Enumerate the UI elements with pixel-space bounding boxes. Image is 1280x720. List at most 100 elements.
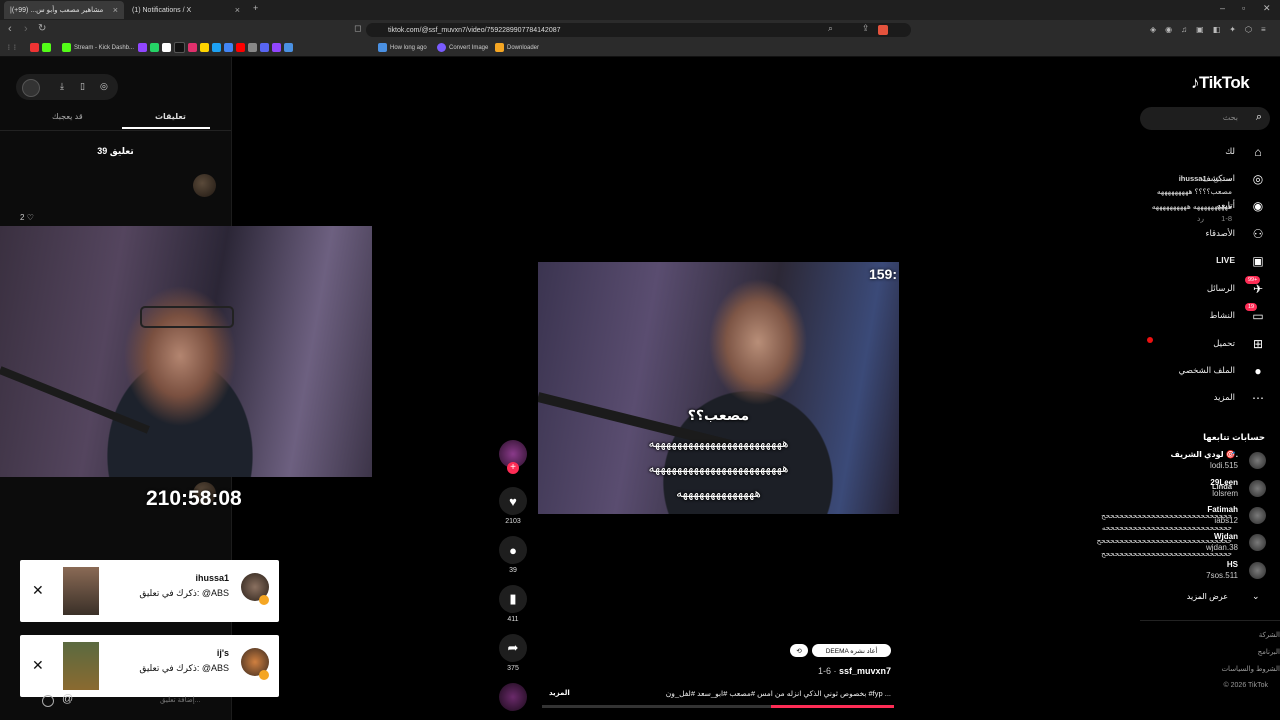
close-icon[interactable]: ✕: [32, 657, 44, 674]
extension-icon[interactable]: ◉: [1165, 25, 1172, 35]
comment-button[interactable]: ● 39: [499, 536, 527, 574]
home-icon: ⌂: [1254, 145, 1262, 159]
sidebar-item-label: استكشف: [1201, 173, 1235, 183]
forward-icon[interactable]: ›: [24, 23, 28, 35]
share-button[interactable]: ➦ 375: [499, 634, 527, 672]
compass-icon[interactable]: ◎: [100, 81, 108, 92]
post-author-line: 1-6 · ssf_muvxn7: [818, 666, 891, 676]
like-button[interactable]: ♥ 2103: [499, 487, 527, 525]
new-tab-icon[interactable]: +: [253, 3, 258, 13]
repost-icon[interactable]: ⟲: [790, 644, 808, 657]
brave-shield-icon[interactable]: [878, 25, 888, 35]
window-close-icon[interactable]: ✕: [1263, 3, 1271, 14]
sidebar-item-label: المزيد: [1213, 392, 1235, 402]
upload-icon: ⊞: [1252, 337, 1264, 351]
phone-icon[interactable]: ▯: [80, 81, 85, 92]
close-icon[interactable]: ×: [113, 5, 118, 15]
close-icon[interactable]: ×: [235, 5, 240, 15]
bookmark-downloader[interactable]: Downloader: [495, 42, 539, 53]
notification-message: ذكرك في تعليق: @ABS: [139, 588, 229, 598]
bookmark-icon[interactable]: ◻: [354, 23, 361, 34]
extension-icon[interactable]: ◧: [1213, 25, 1221, 35]
browser-tab-x[interactable]: (1) Notifications / X ×: [126, 1, 246, 19]
bookmark-icon[interactable]: ▮: [499, 585, 527, 613]
sidebar-item-label: LIVE: [1216, 255, 1235, 265]
extension-icon[interactable]: ♫: [1181, 25, 1187, 35]
follow-plus-icon[interactable]: +: [507, 462, 519, 474]
cursor-marker: [1147, 337, 1153, 343]
save-button[interactable]: ▮ 411: [499, 585, 527, 623]
video-progress-bar[interactable]: [542, 705, 894, 708]
mention-icon[interactable]: @: [62, 693, 73, 705]
bookmark-how-long-ago[interactable]: How long ago: [378, 42, 427, 53]
footer-link[interactable]: الشروط والسياسات: [1221, 665, 1280, 673]
notification-toast[interactable]: ✕ ihussa1 ذكرك في تعليق: @ABS: [20, 560, 279, 622]
caption-more-link[interactable]: المزيد: [549, 689, 570, 697]
avatar[interactable]: [193, 174, 216, 197]
comment-like[interactable]: 2 ♡: [20, 213, 34, 222]
video-player[interactable]: 159: مصعب؟؟ ههههههههههههههههههههههههه هه…: [538, 262, 899, 514]
footer-link[interactable]: البرنامج: [1258, 648, 1280, 656]
bookmark-item[interactable]: [30, 42, 51, 53]
video-hook-title: مصعب؟؟: [687, 407, 750, 423]
avatar[interactable]: [22, 79, 40, 97]
avatar: [1249, 562, 1266, 579]
search-placeholder: بحث: [1222, 113, 1238, 122]
sidebar-item-label: الرسائل: [1206, 283, 1235, 293]
sidebar-item-label: الملف الشخصي: [1178, 365, 1235, 375]
heart-icon[interactable]: ♥: [499, 487, 527, 515]
notification-toast[interactable]: ✕ ij's ذكرك في تعليق: @ABS: [20, 635, 279, 697]
browser-tab-tiktok[interactable]: |مشاهير مصعب وأبو س... (99+) ×: [4, 1, 124, 19]
add-comment-input[interactable]: إضافة تعليق...: [160, 696, 201, 704]
author-avatar[interactable]: +: [499, 440, 527, 474]
stream-timer: 159:: [868, 266, 897, 282]
comment-icon[interactable]: ●: [499, 536, 527, 564]
avatar: [1249, 507, 1266, 524]
notification-badge-icon: [259, 670, 269, 680]
footer-link[interactable]: الشركة: [1259, 631, 1280, 639]
following-name: Fatimah: [1207, 505, 1238, 514]
search-input[interactable]: بحث ⌕: [1140, 107, 1270, 130]
bookmark-convert-image[interactable]: Convert Image: [437, 42, 488, 53]
tiktok-logo[interactable]: ♪TikTok: [1191, 73, 1250, 93]
share-icon[interactable]: ⇪: [862, 23, 870, 34]
tab-label: (1) Notifications / X: [132, 6, 192, 14]
zoom-icon[interactable]: ⌕: [828, 23, 833, 34]
repost-chip[interactable]: DEEMA أعاد نشره: [812, 644, 891, 657]
mic-arm: [0, 366, 150, 434]
search-icon[interactable]: ⌕: [1256, 111, 1262, 124]
back-icon[interactable]: ‹: [8, 23, 12, 35]
bookmark-label: Convert Image: [449, 44, 489, 51]
like-count: 2: [20, 213, 25, 222]
download-icon[interactable]: ⤓: [60, 81, 64, 92]
tab-comments[interactable]: تعليقات: [155, 112, 186, 121]
extensions-area: ◈ ◉ ♫ ▣ ◧ ✦ ⬡ ≡: [1150, 25, 1270, 35]
post-author[interactable]: ssf_muvxn7: [839, 666, 891, 676]
extension-icon[interactable]: ✦: [1229, 25, 1236, 35]
heart-icon[interactable]: ♡: [27, 213, 34, 222]
music-disc-icon[interactable]: [499, 683, 527, 711]
apps-icon[interactable]: ⋮⋮: [6, 42, 18, 53]
extension-icon[interactable]: ◈: [1150, 25, 1156, 35]
extension-icon[interactable]: ⬡: [1245, 25, 1252, 35]
following-name: Wjdan: [1214, 532, 1238, 541]
close-icon[interactable]: ✕: [32, 582, 44, 599]
menu-icon[interactable]: ≡: [1261, 25, 1266, 35]
notification-badge-icon: [259, 595, 269, 605]
notification-badge: 99+: [1245, 276, 1261, 284]
emoji-icon[interactable]: [42, 695, 54, 707]
share-icon[interactable]: ➦: [499, 634, 527, 662]
see-more-link[interactable]: عرض المزيد: [1187, 592, 1228, 601]
reply-link[interactable]: رد: [1197, 214, 1204, 223]
tab-you-may-like[interactable]: قد يعجبك: [52, 112, 83, 121]
reload-icon[interactable]: ↻: [38, 23, 46, 34]
notification-user: ij's: [216, 648, 229, 658]
sidebar-item-label: أتابعه: [1216, 200, 1235, 210]
comment-text: ححححححححححححححححححححححححححححه: [1101, 525, 1232, 532]
chevron-down-icon[interactable]: ⌄: [1252, 591, 1260, 602]
maximize-icon[interactable]: ▫: [1242, 3, 1245, 13]
extension-icon[interactable]: ▣: [1196, 25, 1204, 35]
bookmark-kick[interactable]: Stream - Kick Dashb...: [62, 42, 134, 53]
bookmark-icons-group[interactable]: [138, 42, 293, 53]
minimize-icon[interactable]: –: [1220, 3, 1225, 13]
